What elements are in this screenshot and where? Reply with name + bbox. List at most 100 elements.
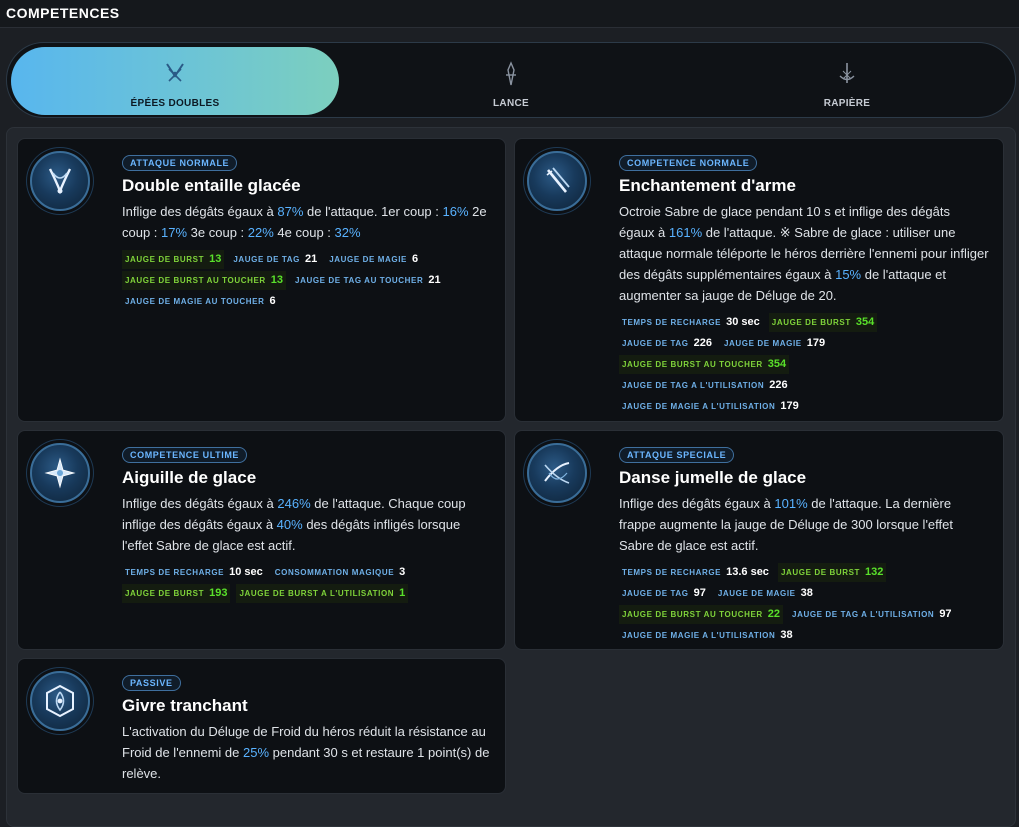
stat-label: JAUGE DE TAG — [622, 338, 689, 348]
stat-value: 13.6 sec — [726, 565, 769, 578]
stat-row: JAUGE DE BURST 193 JAUGE DE BURST A L'UTIL… — [122, 583, 491, 604]
stat-label: JAUGE DE BURST AU TOUCHER — [125, 275, 266, 285]
stat-row: JAUGE DE TAG A L'UTILISATION 226 — [619, 375, 989, 396]
stat-value: 179 — [780, 399, 799, 412]
stat-item: TEMPS DE RECHARGE 13.6 sec — [619, 563, 772, 582]
skill-icon — [527, 151, 587, 211]
stat-label: JAUGE DE BURST — [125, 254, 205, 264]
stat-item: JAUGE DE TAG 21 — [230, 250, 320, 269]
highlight-value: 16% — [442, 204, 469, 219]
stat-value: 6 — [411, 252, 419, 265]
skill-title: Givre tranchant — [122, 696, 248, 715]
stat-value: 3 — [399, 565, 406, 578]
stat-label: JAUGE DE TAG A L'UTILISATION — [622, 380, 765, 390]
skill-body: ATTAQUE NORMALE Double entaille glacée I… — [122, 153, 491, 312]
stat-value: 226 — [693, 336, 712, 349]
skill-card: ATTAQUE SPECIALE Danse jumelle de glace … — [514, 430, 1004, 650]
stat-label: JAUGE DE TAG — [622, 588, 689, 598]
tab-label: LANCE — [493, 98, 529, 109]
stat-item: JAUGE DE BURST 354 — [768, 312, 878, 332]
rapier-icon — [839, 63, 855, 83]
stat-row: JAUGE DE BURST 13 JAUGE DE TAG 21 JAUGE DE M… — [122, 249, 491, 270]
stat-value: 6 — [269, 294, 276, 307]
sword-pair-icon — [546, 167, 570, 193]
skill-type-badge: COMPETENCE NORMALE — [619, 155, 758, 171]
stat-value: 193 — [209, 586, 228, 599]
stat-value: 132 — [865, 565, 884, 578]
highlight-value: 17% — [161, 225, 188, 240]
stat-item: JAUGE DE TAG 226 — [619, 334, 715, 353]
stat-label: JAUGE DE BURST AU TOUCHER — [622, 609, 763, 619]
skill-card: COMPETENCE NORMALE Enchantement d'arme O… — [514, 138, 1004, 422]
stat-item: JAUGE DE BURST 193 — [122, 583, 231, 603]
skill-title: Danse jumelle de glace — [619, 468, 807, 487]
highlight-value: 246% — [277, 496, 311, 511]
description-text: Inflige des dégâts égaux à — [122, 496, 278, 511]
stat-row: TEMPS DE RECHARGE 10 sec CONSOMMATION MAGI… — [122, 562, 491, 583]
dual-swords-icon — [166, 63, 184, 82]
stat-item: JAUGE DE MAGIE 38 — [715, 584, 816, 603]
stat-label: JAUGE DE BURST — [780, 567, 861, 577]
stat-item: JAUGE DE BURST AU TOUCHER 13 — [122, 270, 287, 290]
hex-shield-icon — [46, 684, 74, 718]
skill-icon — [527, 443, 587, 503]
stat-label: JAUGE DE MAGIE — [723, 338, 802, 348]
section-title: COMPETENCES — [6, 5, 120, 21]
stat-value: 179 — [806, 336, 826, 349]
skill-body: ATTAQUE SPECIALE Danse jumelle de glace … — [619, 445, 989, 646]
stat-item: JAUGE DE TAG 97 — [619, 584, 709, 603]
skill-icon — [30, 151, 90, 211]
highlight-value: 40% — [276, 517, 303, 532]
highlight-value: 32% — [334, 225, 361, 240]
highlight-value: 161% — [668, 225, 703, 240]
tab-label: RAPIÈRE — [823, 98, 871, 109]
highlight-value: 22% — [247, 225, 274, 240]
stat-value: 97 — [939, 607, 952, 620]
highlight-value: 25% — [243, 745, 270, 760]
tab-rapiere[interactable]: RAPIÈRE — [683, 47, 1011, 115]
stat-item: JAUGE DE MAGIE 179 — [721, 334, 828, 353]
skill-description: L'activation du Déluge de Froid du héros… — [122, 721, 491, 784]
tab-epees-doubles[interactable]: ÉPÉES DOUBLES — [11, 47, 339, 115]
lance-icon — [506, 61, 516, 86]
stat-item: JAUGE DE BURST 132 — [777, 562, 887, 582]
stat-row: JAUGE DE MAGIE A L'UTILISATION 179 — [619, 396, 989, 417]
stat-label: JAUGE DE MAGIE — [717, 588, 796, 598]
skill-body: COMPETENCE NORMALE Enchantement d'arme O… — [619, 153, 989, 417]
section-header: COMPETENCES — [0, 0, 1019, 28]
stat-item: JAUGE DE BURST 13 — [122, 249, 225, 269]
skill-body: COMPETENCE ULTIME Aiguille de glace Infl… — [122, 445, 491, 604]
stat-item: JAUGE DE MAGIE A L'UTILISATION 38 — [619, 626, 796, 645]
stat-label: TEMPS DE RECHARGE — [622, 317, 722, 327]
stat-label: JAUGE DE BURST — [125, 588, 205, 598]
description-text: Inflige des dégâts égaux à — [619, 496, 775, 511]
stat-value: 1 — [399, 586, 406, 599]
highlight-value: 101% — [774, 496, 808, 511]
crossed-blades-icon — [48, 168, 72, 195]
stat-label: JAUGE DE MAGIE A L'UTILISATION — [622, 401, 776, 411]
skill-stats: JAUGE DE BURST 13 JAUGE DE TAG 21 JAUGE DE M… — [122, 249, 491, 312]
swirl-slash-icon — [544, 462, 570, 484]
stat-row: JAUGE DE TAG 226 JAUGE DE MAGIE 179 — [619, 333, 989, 354]
highlight-value: 87% — [277, 204, 304, 219]
stat-value: 38 — [800, 586, 813, 599]
stat-item: TEMPS DE RECHARGE 10 sec — [122, 563, 266, 582]
skill-type-badge: ATTAQUE NORMALE — [122, 155, 238, 171]
skill-type-badge: PASSIVE — [122, 675, 181, 691]
skill-title: Double entaille glacée — [122, 176, 301, 195]
skill-stats: TEMPS DE RECHARGE 10 sec CONSOMMATION MAGI… — [122, 562, 491, 604]
tab-lance[interactable]: LANCE — [347, 47, 675, 115]
stat-item: JAUGE DE MAGIE AU TOUCHER 6 — [122, 292, 279, 311]
skill-body: PASSIVE Givre tranchant L'activation du … — [122, 673, 491, 784]
stat-value: 38 — [780, 628, 793, 641]
stat-row: TEMPS DE RECHARGE 30 sec JAUGE DE BURST 354 — [619, 312, 989, 333]
highlight-value: 15% — [835, 267, 862, 282]
stat-label: CONSOMMATION MAGIQUE — [274, 567, 395, 577]
stat-item: JAUGE DE MAGIE A L'UTILISATION 179 — [619, 397, 802, 416]
skill-title: Enchantement d'arme — [619, 176, 796, 195]
skill-description: Inflige des dégâts égaux à 87% de l'atta… — [122, 201, 491, 243]
stat-row: JAUGE DE BURST AU TOUCHER 13 JAUGE DE TAG … — [122, 270, 491, 291]
stat-row: TEMPS DE RECHARGE 13.6 sec JAUGE DE BURST 1… — [619, 562, 989, 583]
stat-value: 13 — [270, 273, 284, 286]
weapon-tab-bar: ÉPÉES DOUBLES LANCE RAPIÈRE — [6, 42, 1016, 118]
